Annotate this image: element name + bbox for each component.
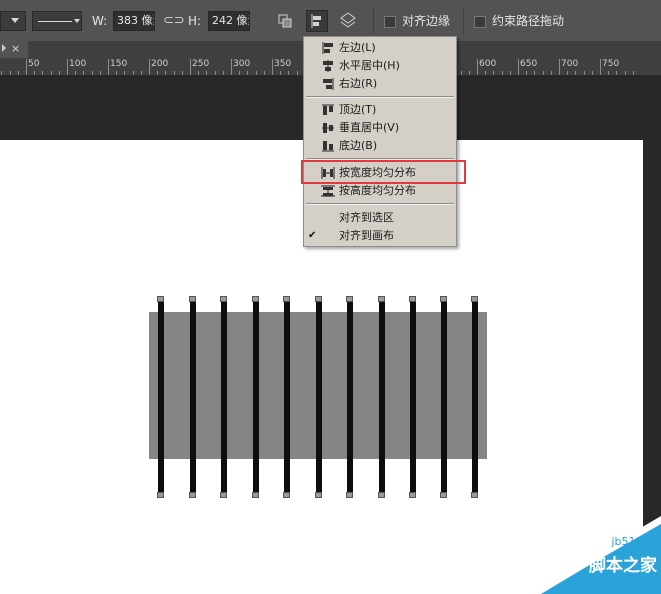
vertical-bar[interactable]: [284, 298, 290, 495]
align-horizontal-center-icon: [323, 60, 333, 72]
anchor-point-handle[interactable]: [283, 492, 290, 498]
highlight-box: [301, 160, 466, 184]
vertical-bar[interactable]: [472, 298, 478, 495]
vertical-bar[interactable]: [347, 298, 353, 495]
menu-item-label: 对齐到选区: [339, 211, 394, 224]
menu-item-align-to-canvas[interactable]: ✔ 对齐到画布: [304, 227, 456, 245]
anchor-point-handle[interactable]: [189, 492, 196, 498]
menu-item-align-horizontal-center[interactable]: 水平居中(H): [304, 57, 456, 75]
vertical-bar[interactable]: [441, 298, 447, 495]
path-alignment-menu: 左边(L) 水平居中(H) 右边(R) 顶边(T) 垂直居中(V) 底边(B) …: [303, 36, 457, 247]
align-top-icon: [322, 104, 334, 115]
menu-separator: [306, 96, 454, 98]
anchor-point-handle[interactable]: [252, 492, 259, 498]
anchor-point-handle[interactable]: [440, 296, 447, 302]
menu-item-label: 垂直居中(V): [339, 121, 400, 134]
anchor-point-handle[interactable]: [378, 492, 385, 498]
anchor-point-handle[interactable]: [471, 296, 478, 302]
anchor-point-handle[interactable]: [220, 296, 227, 302]
vertical-bar[interactable]: [190, 298, 196, 495]
menu-item-align-left[interactable]: 左边(L): [304, 39, 456, 57]
anchor-point-handle[interactable]: [157, 492, 164, 498]
align-right-icon: [323, 78, 334, 90]
anchor-point-handle[interactable]: [220, 492, 227, 498]
anchor-point-handle[interactable]: [157, 296, 164, 302]
watermark-shape: [529, 516, 661, 594]
menu-item-align-bottom[interactable]: 底边(B): [304, 137, 456, 155]
vertical-bar[interactable]: [221, 298, 227, 495]
menu-item-label: 左边(L): [339, 41, 376, 54]
align-left-icon: [322, 42, 333, 54]
menu-item-label: 底边(B): [339, 139, 378, 152]
anchor-point-handle[interactable]: [471, 492, 478, 498]
menu-item-align-vertical-center[interactable]: 垂直居中(V): [304, 119, 456, 137]
anchor-point-handle[interactable]: [346, 492, 353, 498]
anchor-point-handle[interactable]: [346, 296, 353, 302]
menu-item-label: 水平居中(H): [339, 59, 400, 72]
menu-item-label: 右边(R): [339, 77, 378, 90]
align-bottom-icon: [322, 141, 334, 152]
anchor-point-handle[interactable]: [252, 296, 259, 302]
vertical-bar[interactable]: [316, 298, 322, 495]
vertical-bar[interactable]: [158, 298, 164, 495]
anchor-point-handle[interactable]: [283, 296, 290, 302]
menu-item-align-top[interactable]: 顶边(T): [304, 101, 456, 119]
watermark-site: jb51.net: [611, 535, 657, 548]
vertical-bar[interactable]: [410, 298, 416, 495]
menu-item-label: 对齐到画布: [339, 229, 394, 242]
anchor-point-handle[interactable]: [440, 492, 447, 498]
watermark-name: 脚本之家: [589, 556, 657, 576]
anchor-point-handle[interactable]: [378, 296, 385, 302]
distribute-heights-icon: [321, 185, 335, 197]
menu-separator: [306, 203, 454, 205]
anchor-point-handle[interactable]: [409, 492, 416, 498]
watermark: jb51.net 脚本之家: [521, 516, 661, 594]
menu-item-label: 顶边(T): [339, 103, 377, 116]
vertical-bar[interactable]: [253, 298, 259, 495]
menu-item-distribute-heights[interactable]: 按高度均匀分布: [304, 182, 456, 200]
checkmark-icon: ✔: [308, 230, 317, 241]
menu-item-label: 按高度均匀分布: [339, 184, 416, 197]
anchor-point-handle[interactable]: [189, 296, 196, 302]
anchor-point-handle[interactable]: [409, 296, 416, 302]
anchor-point-handle[interactable]: [315, 492, 322, 498]
menu-item-align-right[interactable]: 右边(R): [304, 75, 456, 93]
align-vertical-center-icon: [322, 123, 334, 133]
vertical-bar[interactable]: [379, 298, 385, 495]
menu-item-align-to-selection[interactable]: 对齐到选区: [304, 209, 456, 227]
anchor-point-handle[interactable]: [315, 296, 322, 302]
